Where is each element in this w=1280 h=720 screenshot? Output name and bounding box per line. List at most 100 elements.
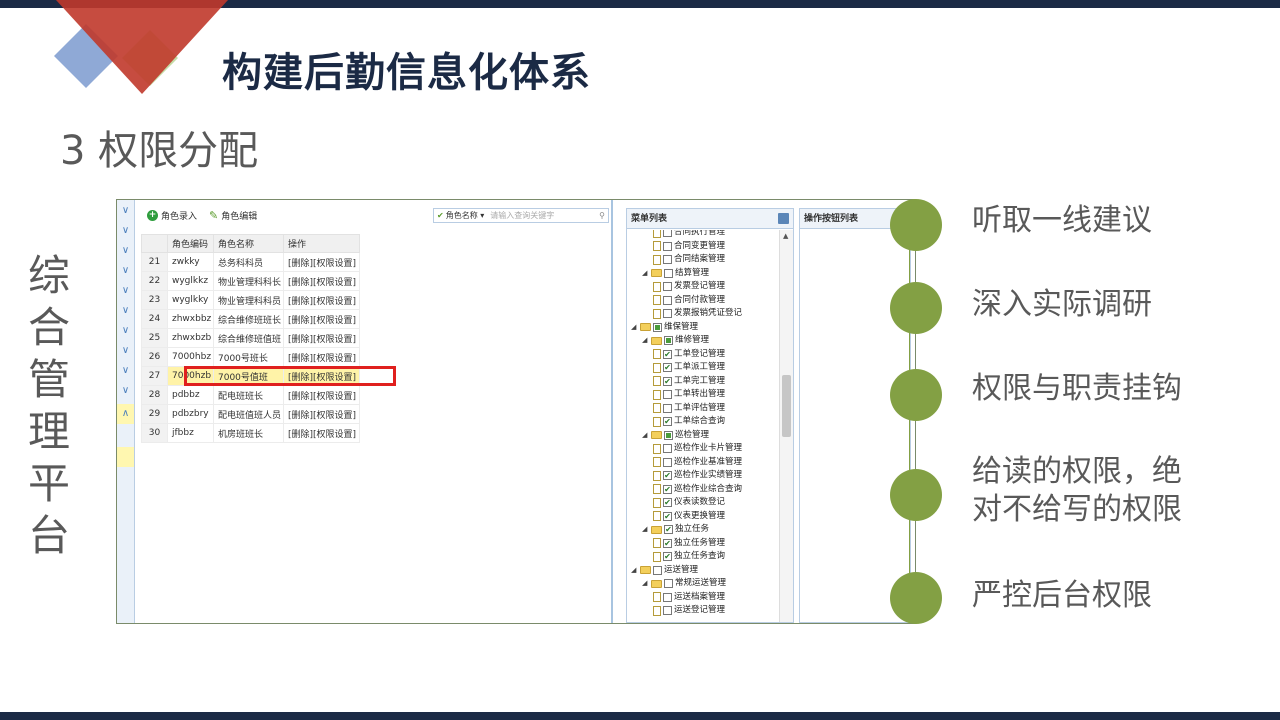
- tree-node[interactable]: 合同结案管理: [653, 253, 725, 266]
- filter-dropdown[interactable]: 角色名称 ▾: [446, 210, 485, 221]
- tree-checkbox[interactable]: [663, 295, 672, 305]
- operation-links[interactable]: [删除][权限设置]: [283, 385, 360, 405]
- operation-links[interactable]: [删除][权限设置]: [283, 271, 360, 291]
- expand-toggle-icon[interactable]: ◢: [631, 321, 638, 334]
- chevron-down-icon[interactable]: ∨: [119, 204, 132, 217]
- tree-checkbox[interactable]: [663, 390, 672, 399]
- tree-checkbox[interactable]: [663, 255, 672, 264]
- chevron-up-icon[interactable]: ∧: [119, 407, 132, 420]
- tree-checkbox[interactable]: [663, 309, 672, 318]
- edit-role-button[interactable]: ✎ 角色编辑: [209, 209, 257, 222]
- tree-checkbox[interactable]: [664, 579, 673, 588]
- operation-links[interactable]: [删除][权限设置]: [283, 328, 360, 348]
- tree-checkbox[interactable]: [653, 565, 662, 575]
- tree-node[interactable]: ◢ 维修管理: [642, 334, 709, 347]
- tree-node[interactable]: ◢ ✔ 独立任务: [642, 523, 709, 536]
- chevron-down-icon[interactable]: ∨: [119, 364, 132, 377]
- chevron-down-icon[interactable]: ∨: [119, 284, 132, 297]
- search-icon[interactable]: ⚲: [599, 211, 605, 220]
- chevron-down-icon[interactable]: ∨: [119, 324, 132, 337]
- tree-node[interactable]: 发票报销凭证登记: [653, 307, 742, 320]
- column-header[interactable]: 角色名称: [213, 234, 284, 253]
- tree-node[interactable]: 巡检作业卡片管理: [653, 442, 742, 455]
- tree-checkbox[interactable]: [663, 230, 672, 237]
- tree-checkbox[interactable]: ✔: [663, 349, 672, 359]
- tree-node[interactable]: ✔ 工单综合查询: [653, 415, 725, 428]
- table-row[interactable]: 24 zhwxbbz 综合维修班班长 [删除][权限设置]: [141, 309, 360, 329]
- tree-node[interactable]: 合同变更管理: [653, 240, 725, 253]
- tree-checkbox[interactable]: ✔: [663, 471, 672, 480]
- column-header[interactable]: 角色编码: [167, 234, 214, 253]
- tree-checkbox[interactable]: ✔: [663, 538, 672, 548]
- tree-node[interactable]: 工单评估管理: [653, 402, 725, 415]
- tree-node[interactable]: 巡检作业基准管理: [653, 456, 742, 469]
- operation-links[interactable]: [删除][权限设置]: [283, 347, 360, 367]
- tree-node[interactable]: 工单转出管理: [653, 388, 725, 401]
- tree-node[interactable]: ◢ 运送管理: [631, 564, 698, 577]
- table-row[interactable]: 29 pdbzbry 配电班值班人员 [删除][权限设置]: [141, 404, 360, 424]
- tree-node[interactable]: 发票登记管理: [653, 280, 725, 293]
- chevron-down-icon[interactable]: ∨: [119, 344, 132, 357]
- tree-node[interactable]: ◢ 结算管理: [642, 267, 709, 280]
- tree-checkbox[interactable]: [663, 241, 672, 251]
- add-role-button[interactable]: + 角色录入: [147, 209, 197, 222]
- chevron-down-icon[interactable]: ∨: [119, 264, 132, 277]
- tree-node[interactable]: ✔ 独立任务查询: [653, 550, 725, 563]
- tree-node[interactable]: ✔ 工单完工管理: [653, 375, 725, 388]
- tree-node[interactable]: ✔ 巡检作业综合查询: [653, 483, 742, 496]
- save-icon[interactable]: [778, 213, 789, 224]
- tree-checkbox[interactable]: [663, 592, 672, 602]
- chevron-down-icon[interactable]: ∨: [119, 224, 132, 237]
- tree-node[interactable]: 合同执行管理: [653, 230, 725, 239]
- operation-links[interactable]: [删除][权限设置]: [283, 252, 360, 272]
- tree-checkbox[interactable]: [663, 444, 672, 453]
- tree-checkbox[interactable]: [664, 268, 673, 278]
- operation-links[interactable]: [删除][权限设置]: [283, 290, 360, 310]
- tree-checkbox[interactable]: [664, 336, 673, 345]
- expand-toggle-icon[interactable]: ◢: [631, 564, 638, 577]
- tree-node[interactable]: ◢ 维保管理: [631, 321, 698, 334]
- expand-toggle-icon[interactable]: ◢: [642, 334, 649, 347]
- tree-node[interactable]: ✔ 仪表读数登记: [653, 496, 725, 509]
- column-header[interactable]: 操作: [283, 234, 360, 253]
- table-row[interactable]: 21 zwkky 总务科科员 [删除][权限设置]: [141, 252, 360, 272]
- scroll-thumb[interactable]: [782, 375, 791, 437]
- tree-checkbox[interactable]: ✔: [663, 552, 672, 561]
- chevron-down-icon[interactable]: ∨: [119, 384, 132, 397]
- tree-node[interactable]: ✔ 工单登记管理: [653, 348, 725, 361]
- tree-checkbox[interactable]: ✔: [663, 484, 672, 494]
- table-row[interactable]: 23 wyglkky 物业管理科科员 [删除][权限设置]: [141, 290, 360, 310]
- table-row[interactable]: 30 jfbbz 机房班班长 [删除][权限设置]: [141, 423, 360, 443]
- tree-checkbox[interactable]: ✔: [664, 525, 673, 534]
- nav-selected-item[interactable]: [117, 447, 134, 467]
- expand-toggle-icon[interactable]: ◢: [642, 577, 649, 590]
- tree-node[interactable]: ✔ 独立任务管理: [653, 537, 725, 550]
- scroll-up-icon[interactable]: ▲: [783, 232, 788, 240]
- tree-checkbox[interactable]: ✔: [663, 417, 672, 426]
- tree-node[interactable]: 运送档案管理: [653, 591, 725, 604]
- operation-links[interactable]: [删除][权限设置]: [283, 404, 360, 424]
- tree-node[interactable]: ✔ 工单派工管理: [653, 361, 725, 374]
- tree-checkbox[interactable]: [663, 457, 672, 467]
- table-row[interactable]: 26 7000hbz 7000号班长 [删除][权限设置]: [141, 347, 360, 367]
- tree-checkbox[interactable]: [663, 282, 672, 291]
- operation-links[interactable]: [删除][权限设置]: [283, 309, 360, 329]
- tree-checkbox[interactable]: [663, 606, 672, 615]
- tree-node[interactable]: 合同付款管理: [653, 294, 725, 307]
- tree-checkbox[interactable]: ✔: [663, 498, 672, 507]
- tree-node[interactable]: ✔ 巡检作业实绩管理: [653, 469, 742, 482]
- search-input[interactable]: 请输入查询关键字: [490, 210, 599, 221]
- tree-checkbox[interactable]: ✔: [663, 376, 672, 386]
- chevron-down-icon[interactable]: ∨: [119, 304, 132, 317]
- tree-node[interactable]: ◢ 巡检管理: [642, 429, 709, 442]
- table-row[interactable]: 25 zhwxbzb 综合维修班值班 [删除][权限设置]: [141, 328, 360, 348]
- expand-toggle-icon[interactable]: ◢: [642, 267, 649, 280]
- tree-node[interactable]: ◢ 常规运送管理: [642, 577, 726, 590]
- chevron-down-icon[interactable]: ∨: [119, 244, 132, 257]
- tree-node[interactable]: 运送登记管理: [653, 604, 725, 617]
- table-row[interactable]: 22 wyglkkz 物业管理科科长 [删除][权限设置]: [141, 271, 360, 291]
- expand-toggle-icon[interactable]: ◢: [642, 429, 649, 442]
- table-row[interactable]: 28 pdbbz 配电班班长 [删除][权限设置]: [141, 385, 360, 405]
- tree-checkbox[interactable]: [664, 430, 673, 440]
- operation-links[interactable]: [删除][权限设置]: [283, 423, 360, 443]
